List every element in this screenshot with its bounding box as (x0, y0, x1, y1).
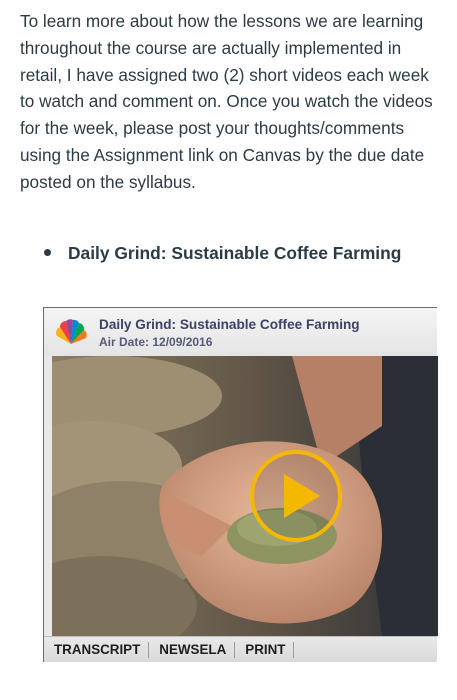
bullet-dot (44, 249, 51, 256)
video-player: Daily Grind: Sustainable Coffee Farming … (43, 307, 438, 662)
player-header: Daily Grind: Sustainable Coffee Farming … (44, 308, 437, 356)
nbc-peacock-icon (55, 319, 87, 344)
video-list-label: Daily Grind: Sustainable Coffee Farming (68, 243, 402, 263)
video-still-image (52, 356, 438, 636)
video-thumbnail[interactable] (52, 356, 438, 636)
transcript-link[interactable]: TRANSCRIPT (52, 641, 150, 658)
video-list: Daily Grind: Sustainable Coffee Farming (44, 240, 401, 266)
air-date: Air Date: 12/09/2016 (99, 335, 213, 349)
list-item: Daily Grind: Sustainable Coffee Farming (44, 240, 401, 266)
play-button[interactable] (248, 448, 344, 544)
print-link[interactable]: PRINT (243, 641, 295, 658)
intro-paragraph: To learn more about how the lessons we a… (20, 11, 433, 192)
player-toolbar: TRANSCRIPT NEWSELA PRINT (44, 636, 437, 662)
newsela-link[interactable]: NEWSELA (157, 641, 236, 658)
video-title: Daily Grind: Sustainable Coffee Farming (99, 317, 360, 332)
